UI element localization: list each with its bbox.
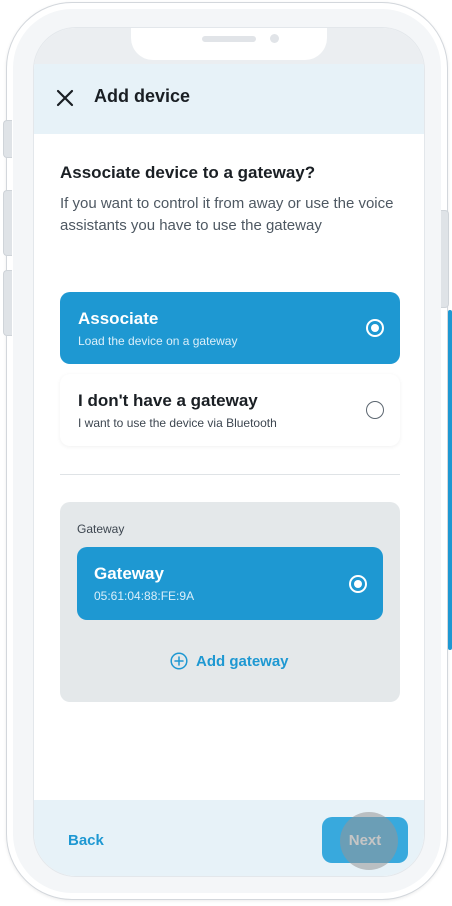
radio-unselected-icon[interactable] [366, 401, 384, 419]
option-subtitle: Load the device on a gateway [78, 334, 238, 348]
next-button-label: Next [348, 831, 382, 849]
footer-bar: Back Next [34, 800, 424, 876]
main-content: Associate device to a gateway? If you wa… [34, 134, 424, 800]
status-bar [34, 28, 424, 64]
page-title: Add device [94, 86, 191, 106]
phone-volume-down [3, 270, 12, 336]
phone-mute-switch [3, 120, 12, 158]
next-button[interactable]: Next [322, 817, 408, 863]
gateway-panel: Gateway Gateway 05:61:04:88:FE:9A Add ga… [60, 502, 400, 702]
phone-screen: Add device Associate device to a gateway… [34, 28, 424, 876]
speaker-grille [202, 36, 256, 42]
radio-selected-icon[interactable] [349, 575, 367, 593]
phone-volume-up [3, 190, 12, 256]
option-title: I don't have a gateway [78, 391, 258, 410]
radio-selected-icon[interactable] [366, 319, 384, 337]
option-title: Associate [78, 309, 159, 328]
add-gateway-button[interactable]: Add gateway [170, 652, 289, 670]
question-description: If you want to control it from away or u… [60, 195, 394, 234]
plus-circle-icon [170, 652, 188, 670]
gateway-mac-address: 05:61:04:88:FE:9A [94, 589, 195, 603]
notch [131, 28, 327, 60]
gateway-item[interactable]: Gateway 05:61:04:88:FE:9A [77, 547, 383, 620]
app-header: Add device [34, 64, 424, 134]
add-gateway-label: Add gateway [196, 652, 289, 670]
scrollbar[interactable] [448, 310, 452, 650]
close-button[interactable] [54, 87, 76, 109]
option-no-gateway[interactable]: I don't have a gateway I want to use the… [60, 374, 400, 446]
divider [60, 474, 400, 475]
back-button[interactable]: Back [68, 832, 104, 849]
phone-power-button [441, 210, 449, 308]
close-icon [56, 89, 74, 107]
front-camera [270, 34, 279, 43]
option-subtitle: I want to use the device via Bluetooth [78, 416, 277, 430]
question-title: Associate device to a gateway? [60, 163, 316, 182]
gateway-name: Gateway [94, 564, 164, 583]
gateway-section-label: Gateway [77, 522, 125, 536]
option-associate[interactable]: Associate Load the device on a gateway [60, 292, 400, 364]
